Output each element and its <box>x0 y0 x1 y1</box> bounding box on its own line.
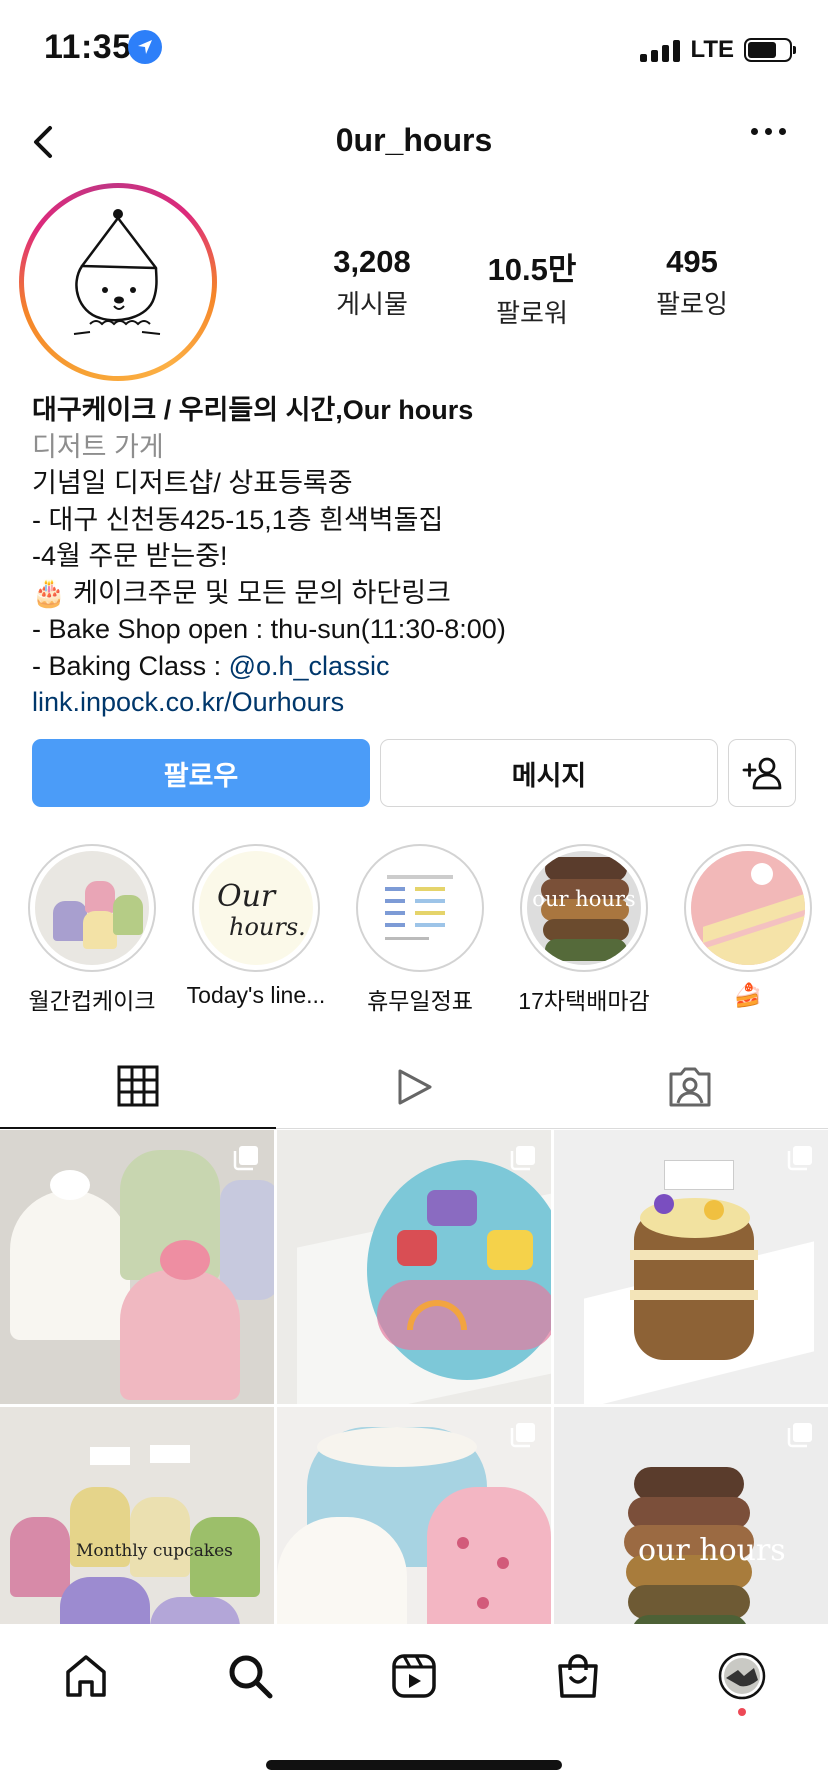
bio-line: -4월 주문 받는중! <box>32 541 228 571</box>
following-count: 495 <box>666 244 718 279</box>
notification-dot <box>738 1708 746 1716</box>
tab-reels[interactable] <box>276 1045 552 1129</box>
tab-tagged[interactable] <box>552 1045 828 1129</box>
nav-profile[interactable] <box>714 1648 770 1704</box>
stat-followers[interactable]: 10.5만 팔로워 <box>452 244 612 330</box>
message-button[interactable]: 메시지 <box>380 739 718 807</box>
shop-bag-icon <box>558 1654 598 1698</box>
more-dots-icon[interactable] <box>751 128 786 135</box>
post-thumbnail[interactable] <box>277 1130 551 1404</box>
highlight-label: 휴무일정표 <box>367 988 473 1014</box>
posts-label: 게시물 <box>336 289 408 319</box>
post-thumbnail[interactable] <box>554 1130 828 1404</box>
multi-photo-icon <box>232 1144 260 1172</box>
highlight-holiday-schedule[interactable]: 휴무일정표 <box>340 844 500 1016</box>
status-bar: 11:35 LTE <box>0 0 828 100</box>
profile-header: 0ur_hours <box>0 110 828 174</box>
profile-avatar[interactable] <box>19 183 217 381</box>
nav-home[interactable] <box>58 1648 114 1704</box>
tab-grid[interactable] <box>0 1045 276 1129</box>
profile-avatar-icon <box>718 1652 766 1700</box>
highlight-logo-bottom: hours. <box>229 913 306 941</box>
bio-line: 기념일 디저트샵/ 상표등록중 <box>32 468 353 498</box>
followers-label: 팔로워 <box>496 298 568 328</box>
post-thumbnail[interactable] <box>277 1407 551 1624</box>
add-person-button[interactable] <box>728 739 796 807</box>
follow-button[interactable]: 팔로우 <box>32 739 370 807</box>
highlight-cake[interactable]: 🍰 <box>668 844 828 1009</box>
following-label: 팔로잉 <box>656 289 728 319</box>
add-person-icon <box>742 757 782 790</box>
highlight-delivery-deadline[interactable]: our hours 17차택배마감 <box>504 844 664 1016</box>
bio-line: - 대구 신천동425-15,1층 흰색벽돌집 <box>32 504 444 535</box>
bio-class-prefix: - Baking Class : <box>32 650 229 681</box>
avatar-drawing <box>30 194 206 370</box>
post-caption: our hours <box>638 1533 786 1568</box>
tagged-person-icon <box>669 1067 711 1107</box>
multi-photo-icon <box>509 1421 537 1449</box>
stat-posts[interactable]: 3,208 게시물 <box>292 244 452 321</box>
multi-photo-icon <box>786 1144 814 1172</box>
multi-photo-icon <box>509 1144 537 1172</box>
highlight-todays-lineup[interactable]: Our hours. Today's line... <box>176 844 336 1009</box>
reels-icon <box>392 1654 436 1698</box>
highlight-label: 월간컵케이크 <box>28 988 156 1014</box>
highlight-label: 🍰 <box>733 982 763 1008</box>
post-caption: Monthly cupcakes <box>76 1541 233 1561</box>
posts-count: 3,208 <box>333 244 411 279</box>
profile-tabs <box>0 1045 828 1129</box>
reels-play-icon <box>398 1069 432 1105</box>
post-thumbnail[interactable]: our hours <box>554 1407 828 1624</box>
highlight-label: 17차택배마감 <box>518 988 650 1014</box>
bottom-navigation <box>0 1624 828 1792</box>
grid-icon <box>117 1065 159 1107</box>
location-arrow-icon <box>128 30 162 64</box>
profile-category: 디저트 가게 <box>32 431 164 462</box>
nav-shop[interactable] <box>550 1648 606 1704</box>
battery-icon <box>744 38 796 62</box>
home-icon <box>66 1655 106 1697</box>
bio-line: 🎂 케이크주문 및 모든 문의 하단링크 <box>32 577 451 608</box>
post-grid: Monthly cupcakes our hours <box>0 1130 828 1624</box>
search-icon <box>229 1655 273 1699</box>
bio-website-link[interactable]: link.inpock.co.kr/Ourhours <box>32 684 812 721</box>
multi-photo-icon <box>786 1421 814 1449</box>
highlight-overlay-text: our hours <box>532 887 636 911</box>
profile-username: 0ur_hours <box>335 122 493 158</box>
status-time: 11:35 <box>44 28 132 66</box>
home-indicator <box>266 1760 562 1770</box>
class-mention-link[interactable]: @o.h_classic <box>229 651 390 681</box>
status-right: LTE <box>640 36 796 64</box>
nav-reels[interactable] <box>386 1648 442 1704</box>
signal-icon <box>640 38 681 62</box>
profile-display-name: 대구케이크 / 우리들의 시간,Our hours <box>32 395 474 425</box>
highlight-monthly-cupcake[interactable]: 월간컵케이크 <box>12 844 172 1016</box>
nav-search[interactable] <box>222 1648 278 1704</box>
network-type: LTE <box>690 36 734 63</box>
followers-count: 10.5만 <box>487 252 577 287</box>
bio-line: - Bake Shop open : thu-sun(11:30-8:00) <box>32 614 506 644</box>
highlight-logo-top: Our <box>217 879 276 914</box>
post-thumbnail[interactable]: Monthly cupcakes <box>0 1407 274 1624</box>
post-thumbnail[interactable] <box>0 1130 274 1404</box>
stat-following[interactable]: 495 팔로잉 <box>612 244 772 321</box>
profile-bio: 대구케이크 / 우리들의 시간,Our hours 디저트 가게 기념일 디저트… <box>32 392 812 721</box>
bio-class-line: - Baking Class : @o.h_classic <box>32 648 812 685</box>
highlight-label: Today's line... <box>186 982 326 1008</box>
